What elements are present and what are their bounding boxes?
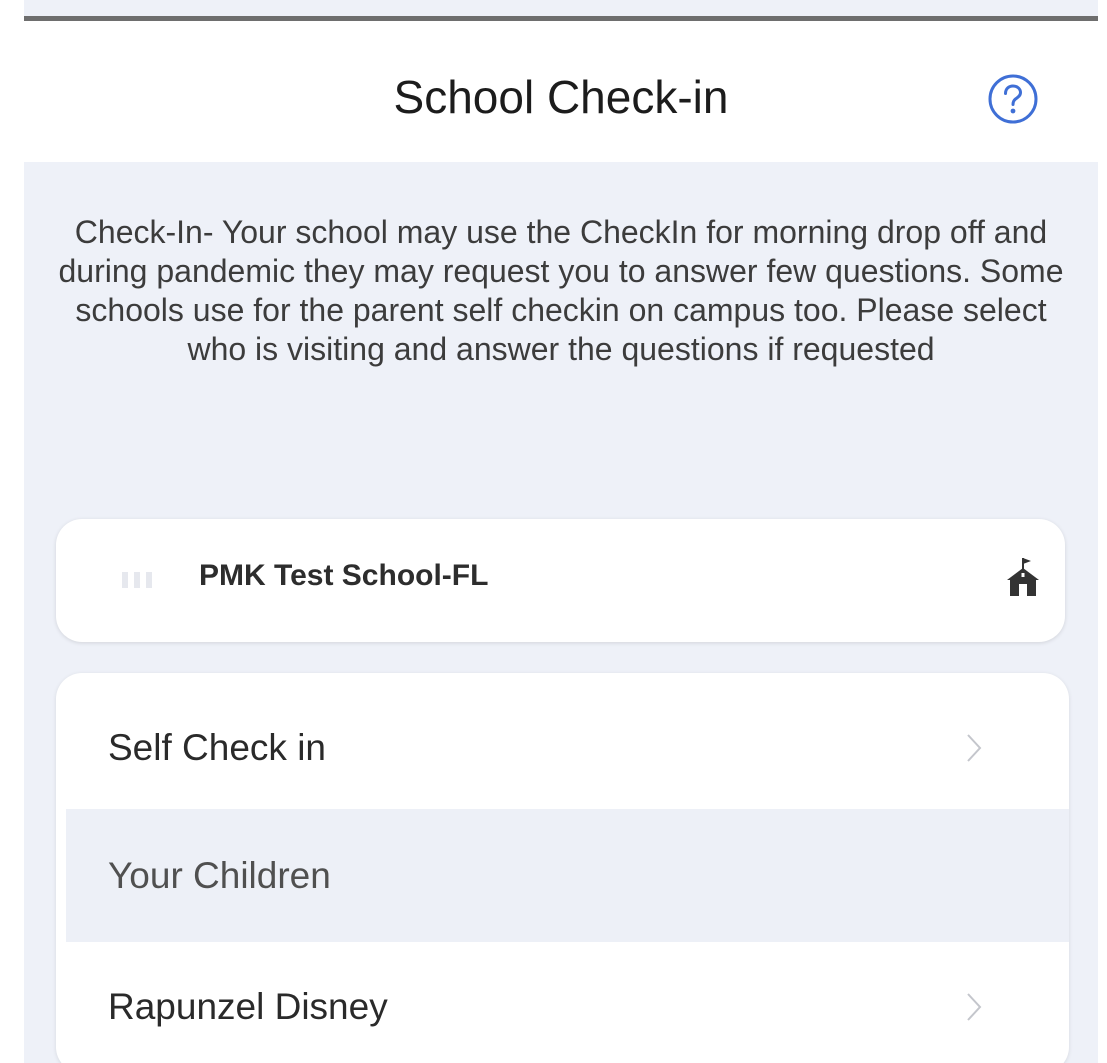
checkin-options-list: Self Check in Your Children Rapunzel Dis… xyxy=(56,673,1069,1063)
school-selector[interactable]: PMK Test School-FL xyxy=(56,519,1065,642)
school-name: PMK Test School-FL xyxy=(199,559,489,592)
page-title: School Check-in xyxy=(393,71,729,123)
app-screen: School Check-in Check-In- Your school ma… xyxy=(24,0,1098,1063)
school-building-icon xyxy=(1007,558,1039,596)
child-name: Rapunzel Disney xyxy=(108,986,388,1027)
checkin-description: Check-In- Your school may use the CheckI… xyxy=(58,214,1064,367)
header-bar: School Check-in xyxy=(24,21,1098,162)
self-check-in-label: Self Check in xyxy=(108,727,326,768)
help-icon[interactable] xyxy=(987,73,1039,125)
school-logo xyxy=(122,565,182,595)
section-header-label: Your Children xyxy=(108,855,331,896)
self-check-in-row[interactable]: Self Check in xyxy=(56,681,1069,814)
chevron-right-icon xyxy=(967,734,982,762)
child-row[interactable]: Rapunzel Disney xyxy=(56,940,1069,1063)
chevron-right-icon xyxy=(967,993,982,1021)
children-section-header: Your Children xyxy=(66,809,1069,942)
